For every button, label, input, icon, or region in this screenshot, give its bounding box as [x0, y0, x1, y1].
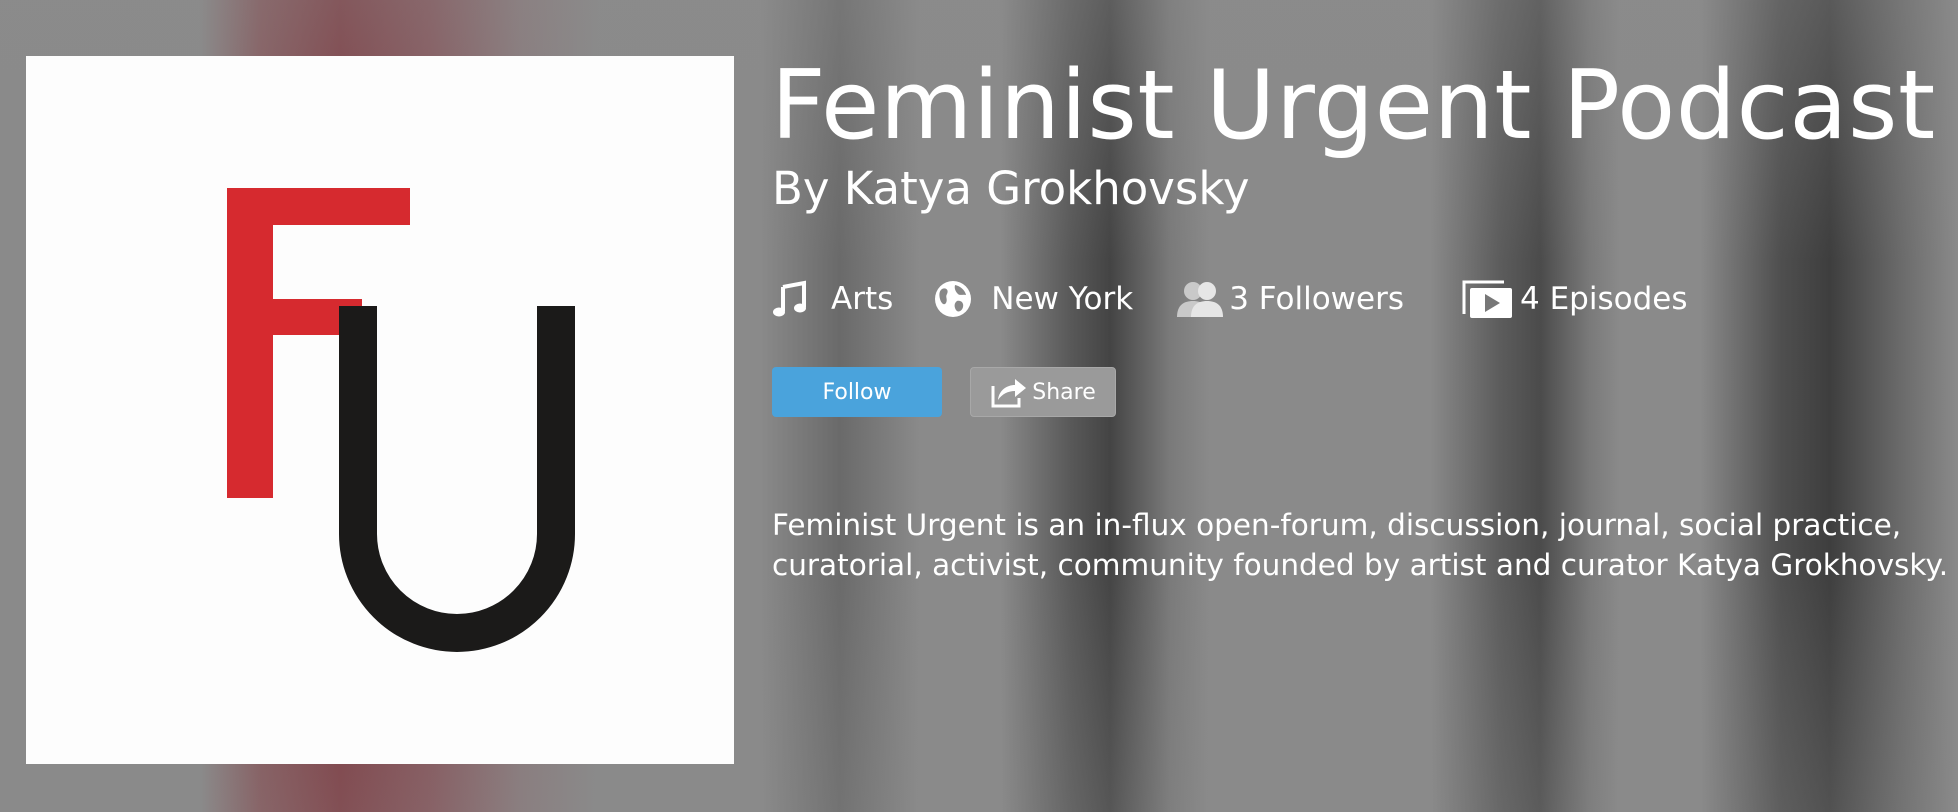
share-label: Share: [1032, 379, 1096, 405]
share-arrow-icon: [990, 376, 1028, 408]
globe-icon: [933, 279, 973, 319]
location-link[interactable]: New York: [933, 279, 1133, 319]
followers-link[interactable]: 3 Followers: [1173, 279, 1404, 319]
fu-logo: [227, 188, 575, 652]
episodes-link[interactable]: 4 Episodes: [1460, 278, 1688, 320]
video-play-icon: [1460, 278, 1516, 320]
podcast-description: Feminist Urgent is an in-flux open-forum…: [772, 508, 1949, 582]
podcast-title: Feminist Urgent Podcast: [771, 51, 1936, 161]
podcast-cover-art: [26, 56, 734, 764]
podcast-meta: Arts New York 3 Followers 4 Episodes: [771, 276, 1688, 322]
category-label: Arts: [831, 281, 894, 317]
podcast-author: By Katya Grokhovsky: [772, 162, 1250, 215]
follow-button[interactable]: Follow: [772, 367, 942, 417]
episodes-label: 4 Episodes: [1520, 281, 1688, 317]
share-button[interactable]: Share: [970, 367, 1116, 417]
followers-label: 3 Followers: [1229, 281, 1405, 317]
music-note-icon: [771, 280, 809, 318]
people-icon: [1173, 279, 1227, 319]
location-label: New York: [991, 281, 1134, 317]
category-link[interactable]: Arts: [771, 280, 893, 318]
